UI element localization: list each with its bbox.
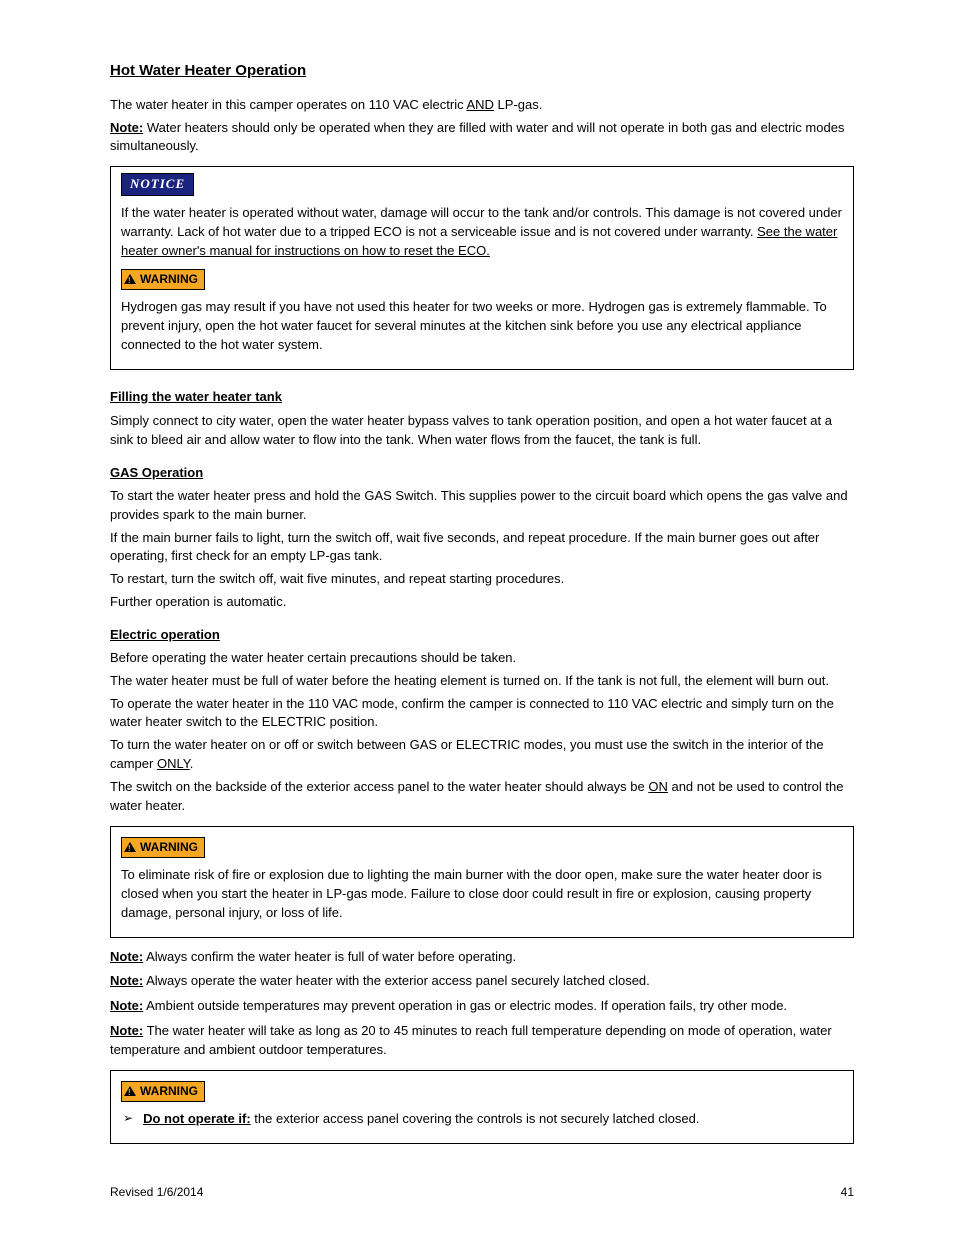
intro-line-1: The water heater in this camper operates… [110,96,854,115]
warning-text-2: To eliminate risk of fire or explosion d… [121,866,843,923]
warning-triangle-icon [124,1086,136,1096]
heading-filling: Filling the water heater tank [110,388,854,407]
intro-note-text: Water heaters should only be operated wh… [110,120,844,154]
elec-p5a: The switch on the backside of the exteri… [110,779,648,794]
do-not-operate-text: the exterior access panel covering the c… [251,1111,700,1126]
warning-label-2: WARNING [140,839,198,856]
heading-electric: Electric operation [110,626,854,645]
elec-p1: Before operating the water heater certai… [110,649,854,668]
chevron-right-icon: ➢ [121,1110,133,1127]
warning-label-1: WARNING [140,271,198,288]
page-title: Hot Water Heater Operation [110,60,854,82]
note-4-text: The water heater will take as long as 20… [110,1023,832,1057]
note-label: Note: [110,998,143,1013]
filling-text: Simply connect to city water, open the w… [110,412,854,450]
notice-text: If the water heater is operated without … [121,204,843,261]
warning-text-1: Hydrogen gas may result if you have not … [121,298,843,355]
gas-p4: Further operation is automatic. [110,593,854,612]
note-label: Note: [110,949,143,964]
warning-triangle-icon [124,274,136,284]
intro-text-b: LP-gas. [494,97,542,112]
warning-badge-2: WARNING [121,837,205,858]
elec-p4b: . [190,756,194,771]
elec-p4a: To turn the water heater on or off or sw… [110,737,824,771]
intro-text-a: The water heater in this camper operates… [110,97,466,112]
note-3: Note: Ambient outside temperatures may p… [110,997,854,1016]
elec-p5: The switch on the backside of the exteri… [110,778,854,816]
notice-badge: NOTICE [121,173,194,196]
warning-badge-3: WARNING [121,1081,205,1102]
warning-triangle-icon [124,842,136,852]
note-label: Note: [110,120,143,135]
intro-note: Note: Water heaters should only be opera… [110,119,854,157]
note-2: Note: Always operate the water heater wi… [110,972,854,991]
warning-bullet-text: Do not operate if: the exterior access p… [143,1110,699,1129]
elec-on: ON [648,779,668,794]
gas-p1: To start the water heater press and hold… [110,487,854,525]
elec-p4: To turn the water heater on or off or sw… [110,736,854,774]
note-1-text: Always confirm the water heater is full … [143,949,516,964]
gas-p3: To restart, turn the switch off, wait fi… [110,570,854,589]
note-4: Note: The water heater will take as long… [110,1022,854,1060]
gas-p2: If the main burner fails to light, turn … [110,529,854,567]
warning-label-3: WARNING [140,1083,198,1100]
note-3-text: Ambient outside temperatures may prevent… [143,998,787,1013]
do-not-operate-label: Do not operate if: [143,1111,251,1126]
warning-box-3: WARNING ➢ Do not operate if: the exterio… [110,1070,854,1144]
warning-box-2: WARNING To eliminate risk of fire or exp… [110,826,854,938]
footer-page-number: 41 [841,1184,854,1201]
note-1: Note: Always confirm the water heater is… [110,948,854,967]
elec-p2: The water heater must be full of water b… [110,672,854,691]
intro-and: AND [466,97,493,112]
page-footer: Revised 1/6/2014 41 [110,1184,854,1201]
elec-only: ONLY [157,756,190,771]
note-label: Note: [110,973,143,988]
note-2-text: Always operate the water heater with the… [143,973,650,988]
note-label: Note: [110,1023,143,1038]
notice-warning-box: NOTICE If the water heater is operated w… [110,166,854,369]
warning-badge-1: WARNING [121,269,205,290]
elec-p3: To operate the water heater in the 110 V… [110,695,854,733]
warning-bullet: ➢ Do not operate if: the exterior access… [121,1110,843,1129]
notice-text-a: If the water heater is operated without … [121,205,842,239]
heading-gas: GAS Operation [110,464,854,483]
footer-revised: Revised 1/6/2014 [110,1184,203,1201]
